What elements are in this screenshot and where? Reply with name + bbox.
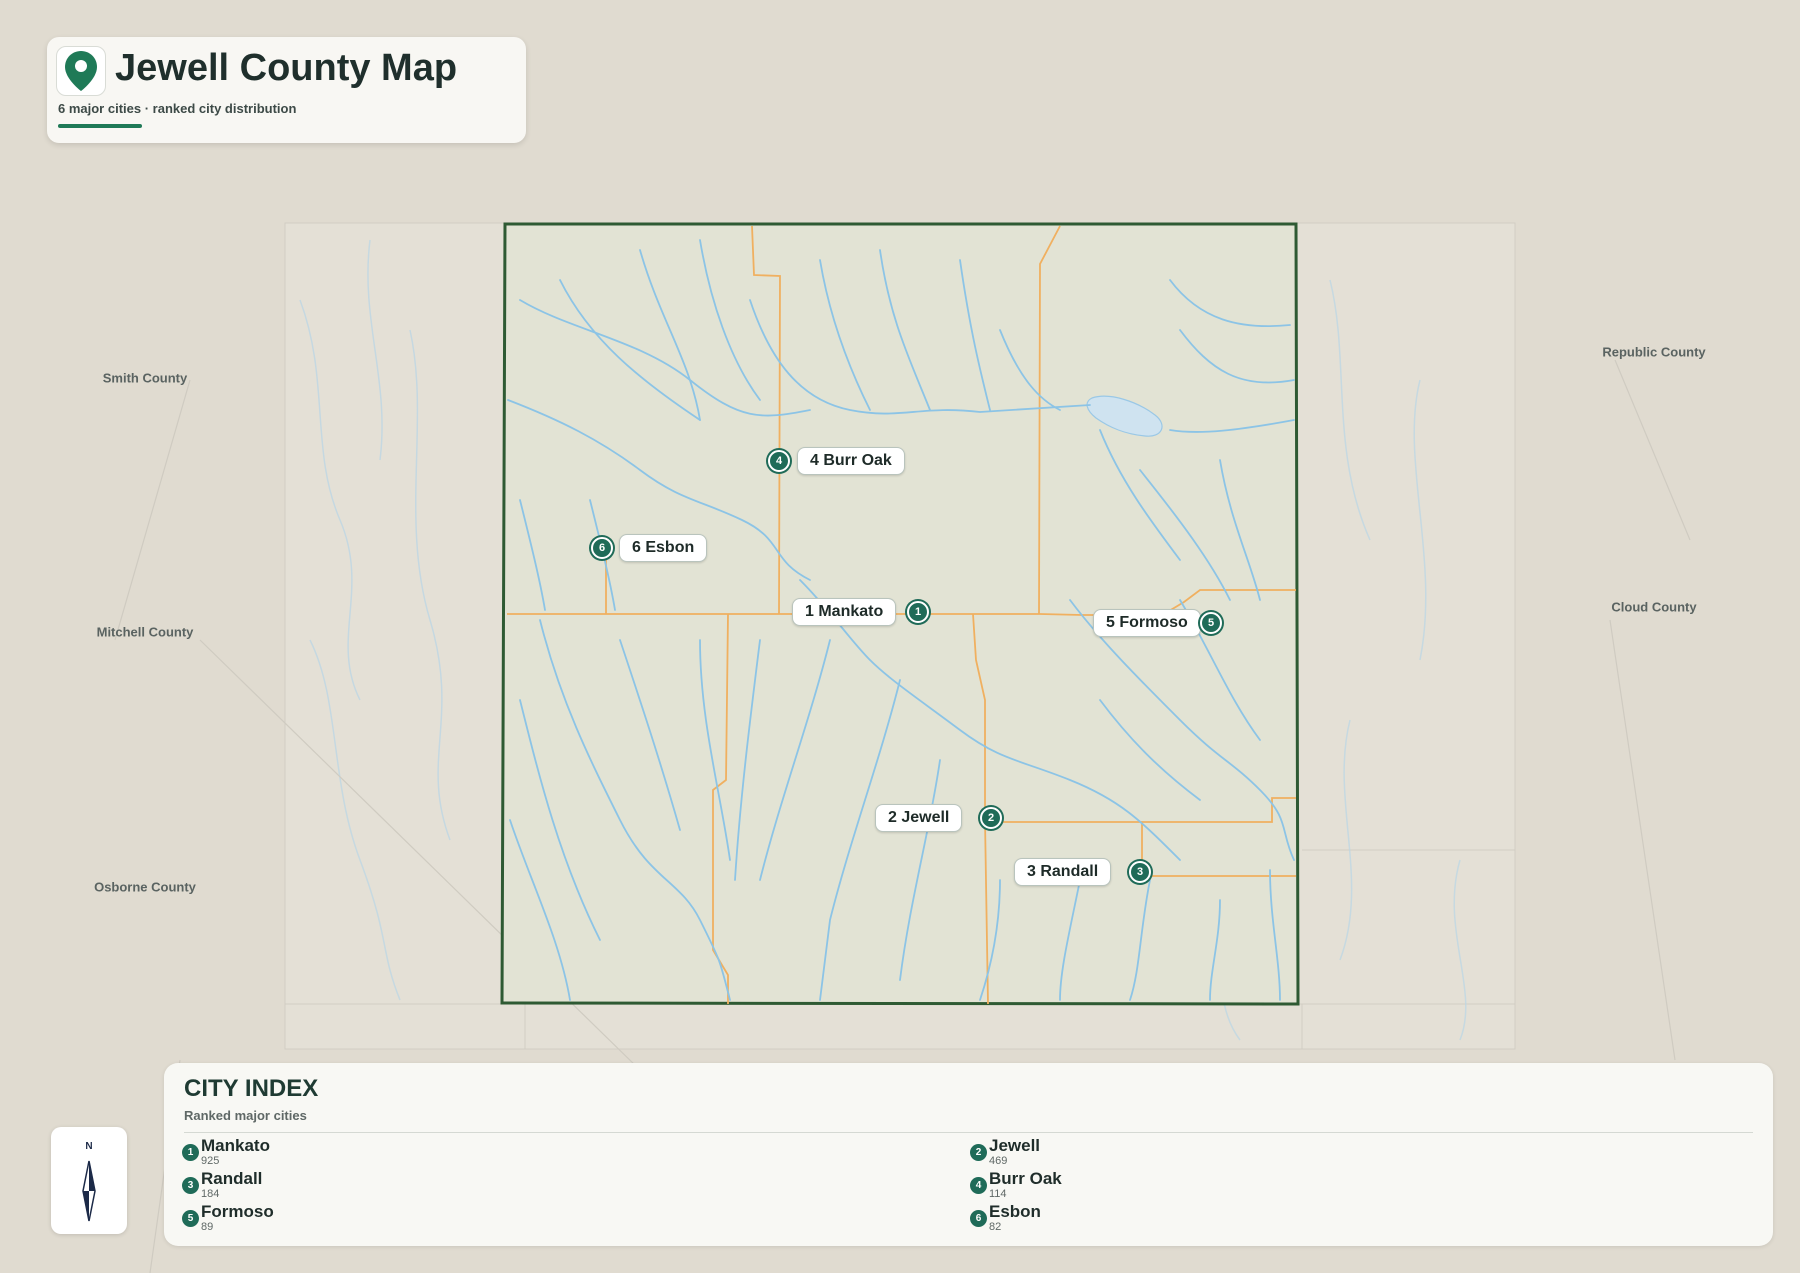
compass-arrow-icon bbox=[82, 1160, 96, 1222]
page-subtitle: 6 major cities · ranked city distributio… bbox=[58, 101, 297, 116]
neighbor-label-mitchell: Mitchell County bbox=[96, 624, 194, 640]
index-rank-badge: 4 bbox=[970, 1177, 987, 1194]
index-rank-badge: 3 bbox=[182, 1177, 199, 1194]
index-city-name: Jewell bbox=[989, 1136, 1041, 1155]
index-city-population: 184 bbox=[201, 1188, 220, 1200]
city-marker-jewell[interactable]: 2 bbox=[980, 807, 1002, 829]
city-marker-randall[interactable]: 3 bbox=[1129, 861, 1151, 883]
neighbor-label-osborne: Osborne County bbox=[94, 879, 196, 895]
index-rank-badge: 1 bbox=[182, 1144, 199, 1161]
index-rank-badge: 2 bbox=[970, 1144, 987, 1161]
city-index-subtitle: Ranked major cities bbox=[184, 1108, 307, 1123]
city-marker-formoso[interactable]: 5 bbox=[1200, 612, 1222, 634]
index-city-name: Mankato bbox=[201, 1136, 270, 1155]
title-underline bbox=[58, 124, 142, 128]
compass: N bbox=[51, 1127, 127, 1234]
city-marker-burr-oak[interactable]: 4 bbox=[768, 450, 790, 472]
index-rank-badge: 6 bbox=[970, 1210, 987, 1227]
city-index-panel: CITY INDEX Ranked major cities 1 Mankato… bbox=[164, 1063, 1773, 1246]
city-label-burr-oak[interactable]: 4 Burr Oak bbox=[797, 447, 905, 475]
index-city-population: 469 bbox=[989, 1155, 1008, 1167]
city-label-jewell[interactable]: 2 Jewell bbox=[875, 804, 963, 832]
city-label-mankato[interactable]: 1 Mankato bbox=[792, 598, 897, 626]
index-city-name: Randall bbox=[201, 1169, 263, 1188]
city-index-title: CITY INDEX bbox=[184, 1075, 319, 1102]
city-index-divider bbox=[184, 1132, 1753, 1133]
city-marker-esbon[interactable]: 6 bbox=[591, 537, 613, 559]
index-city-name: Esbon bbox=[989, 1202, 1041, 1221]
page-title: Jewell County Map bbox=[115, 47, 458, 89]
title-card: Jewell County Map 6 major cities · ranke… bbox=[47, 37, 526, 143]
index-city-population: 82 bbox=[989, 1221, 1002, 1233]
neighbor-label-smith: Smith County bbox=[102, 370, 188, 386]
index-city-population: 114 bbox=[989, 1188, 1007, 1200]
map-pin-icon bbox=[56, 46, 106, 96]
index-city-name: Burr Oak bbox=[989, 1169, 1062, 1188]
neighbor-label-cloud: Cloud County bbox=[1611, 599, 1697, 615]
city-label-formoso[interactable]: 5 Formoso bbox=[1093, 609, 1201, 637]
index-rank-badge: 5 bbox=[182, 1210, 199, 1227]
neighbor-label-republic: Republic County bbox=[1602, 344, 1706, 360]
index-city-name: Formoso bbox=[201, 1202, 274, 1221]
city-label-esbon[interactable]: 6 Esbon bbox=[619, 534, 708, 562]
index-city-population: 925 bbox=[201, 1155, 220, 1167]
index-city-population: 89 bbox=[201, 1221, 214, 1233]
city-marker-mankato[interactable]: 1 bbox=[907, 601, 929, 623]
city-label-randall[interactable]: 3 Randall bbox=[1014, 858, 1112, 886]
